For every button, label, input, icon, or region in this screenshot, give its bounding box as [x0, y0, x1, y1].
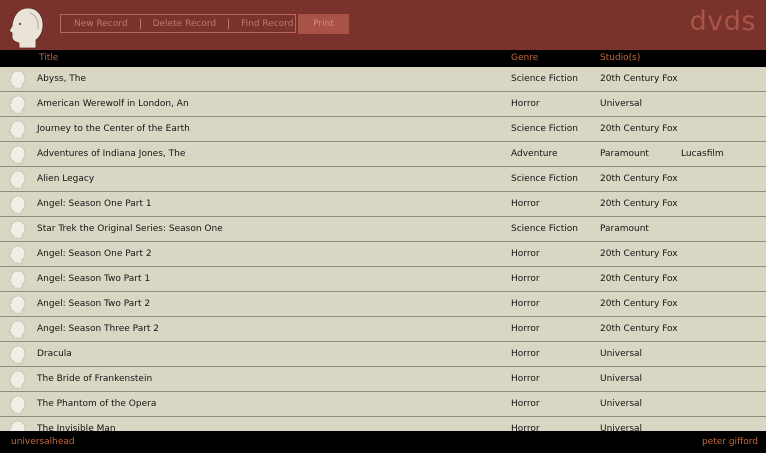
row-studio: 20th Century Fox [600, 74, 678, 84]
find-record-button[interactable]: Find Record [241, 19, 293, 29]
record-head-icon[interactable] [8, 320, 26, 339]
footer-bar: universalhead peter gifford [0, 431, 766, 453]
column-header-bar: Title Genre Studio(s) [0, 50, 766, 67]
toolbar-divider [139, 18, 141, 29]
row-title: American Werewolf in London, An [37, 99, 189, 109]
row-title: Abyss, The [37, 74, 87, 84]
table-row[interactable]: The Phantom of the Opera Horror Universal [0, 392, 766, 417]
row-studio: Universal [600, 99, 643, 109]
table-row[interactable]: Angel: Season One Part 1 Horror 20th Centu… [0, 192, 766, 217]
row-genre: Science Fiction [511, 124, 578, 134]
table-row[interactable]: Angel: Season Two Part 2 Horror 20th Centu… [0, 292, 766, 317]
row-genre: Horror [511, 249, 540, 259]
records-list: Abyss, The Science Fiction 20th Century Fo… [0, 67, 766, 431]
row-title: Adventures of Indiana Jones, The [37, 149, 186, 159]
record-head-icon[interactable] [8, 270, 26, 289]
row-studio: Universal [600, 349, 643, 359]
record-head-icon[interactable] [8, 295, 26, 314]
row-studio: 20th Century Fox [600, 124, 678, 134]
row-studio: 20th Century Fox [600, 249, 678, 259]
row-title: Journey to the Center of the Earth [37, 124, 190, 134]
row-title: Angel: Season One Part 2 [37, 249, 152, 259]
record-head-icon[interactable] [8, 170, 26, 189]
row-title: Star Trek the Original Series: Season On… [37, 224, 223, 234]
table-row[interactable]: Dracula Horror Universal [0, 342, 766, 367]
row-genre: Horror [511, 199, 540, 209]
row-genre: Horror [511, 274, 540, 284]
row-genre: Horror [511, 399, 540, 409]
row-studio: 20th Century Fox [600, 199, 678, 209]
row-genre: Horror [511, 374, 540, 384]
footer-author: peter gifford [701, 437, 758, 447]
table-row[interactable]: The Bride of Frankenstein Horror Universal [0, 367, 766, 392]
row-genre: Adventure [511, 149, 558, 159]
record-head-icon[interactable] [8, 345, 26, 364]
column-header-title[interactable]: Title [39, 53, 58, 63]
record-head-icon[interactable] [8, 245, 26, 264]
row-genre: Horror [511, 299, 540, 309]
record-head-icon[interactable] [8, 370, 26, 389]
row-studio: 20th Century Fox [600, 299, 678, 309]
row-genre: Horror [511, 424, 540, 431]
column-header-studio[interactable]: Studio(s) [600, 53, 640, 63]
footer-brand: universalhead [11, 437, 75, 447]
record-toolbar: New Record Delete Record Find Record [60, 14, 296, 33]
row-genre: Science Fiction [511, 224, 578, 234]
record-head-icon[interactable] [8, 95, 26, 114]
table-row[interactable]: Angel: Season Three Part 2 Horror 20th Cen… [0, 317, 766, 342]
table-row[interactable]: The Invisible Man Horror Universal [0, 417, 766, 431]
row-genre: Horror [511, 349, 540, 359]
table-row[interactable]: Star Trek the Original Series: Season On… [0, 217, 766, 242]
row-title: Angel: Season One Part 1 [37, 199, 152, 209]
record-head-icon[interactable] [8, 220, 26, 239]
record-head-icon[interactable] [8, 195, 26, 214]
table-row[interactable]: Angel: Season Two Part 1 Horror 20th Centu… [0, 267, 766, 292]
app-header: New Record Delete Record Find Record Pri… [0, 0, 766, 50]
toolbar-divider [228, 18, 230, 29]
head-logo-icon [8, 7, 44, 49]
row-title: The Invisible Man [37, 424, 116, 431]
new-record-button[interactable]: New Record [74, 19, 128, 29]
row-studio: 20th Century Fox [600, 174, 678, 184]
row-genre: Horror [511, 324, 540, 334]
row-studio-secondary: Lucasfilm [681, 149, 724, 159]
table-row[interactable]: American Werewolf in London, An Horror Uni… [0, 92, 766, 117]
record-head-icon[interactable] [8, 120, 26, 139]
row-genre: Horror [511, 99, 540, 109]
row-title: Angel: Season Two Part 2 [37, 299, 151, 309]
row-studio: Paramount [600, 224, 649, 234]
app-title: dvds [689, 6, 756, 37]
row-title: Dracula [37, 349, 72, 359]
row-title: Angel: Season Two Part 1 [37, 274, 151, 284]
record-head-icon[interactable] [8, 395, 26, 414]
row-genre: Science Fiction [511, 74, 578, 84]
row-studio: Universal [600, 399, 643, 409]
row-title: Alien Legacy [37, 174, 95, 184]
row-studio: 20th Century Fox [600, 274, 678, 284]
table-row[interactable]: Alien Legacy Science Fiction 20th Century … [0, 167, 766, 192]
column-header-genre[interactable]: Genre [511, 53, 538, 63]
record-head-icon[interactable] [8, 420, 26, 431]
table-row[interactable]: Abyss, The Science Fiction 20th Century Fo… [0, 67, 766, 92]
print-button[interactable]: Print [298, 14, 349, 34]
delete-record-button[interactable]: Delete Record [153, 19, 217, 29]
row-studio: Universal [600, 374, 643, 384]
row-title: The Bride of Frankenstein [37, 374, 153, 384]
row-studio: 20th Century Fox [600, 324, 678, 334]
row-title: The Phantom of the Opera [37, 399, 157, 409]
table-row[interactable]: Angel: Season One Part 2 Horror 20th Centu… [0, 242, 766, 267]
row-studio: Paramount [600, 149, 649, 159]
row-genre: Science Fiction [511, 174, 578, 184]
row-title: Angel: Season Three Part 2 [37, 324, 160, 334]
table-row[interactable]: Journey to the Center of the Earth Scienc… [0, 117, 766, 142]
record-head-icon[interactable] [8, 70, 26, 89]
row-studio: Universal [600, 424, 643, 431]
table-row[interactable]: Adventures of Indiana Jones, The Adventur… [0, 142, 766, 167]
record-head-icon[interactable] [8, 145, 26, 164]
